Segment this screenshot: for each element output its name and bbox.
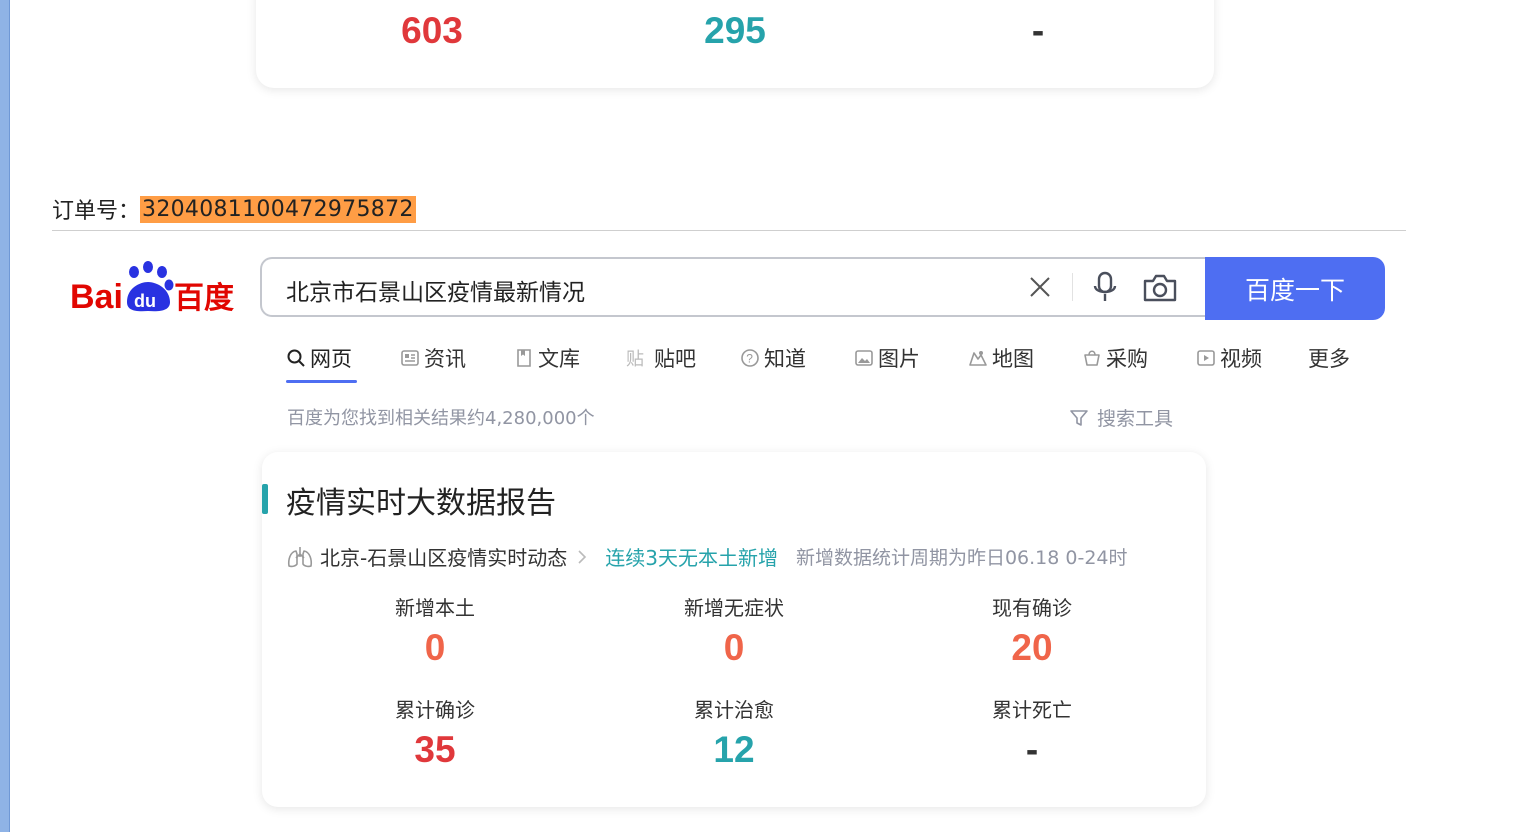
lungs-icon	[287, 546, 313, 567]
stat-new-local: 新增本土 0	[305, 592, 565, 669]
stat-value: 20	[1011, 627, 1053, 668]
result-count: 百度为您找到相关结果约4,280,000个	[287, 408, 595, 429]
stat-new-asymptomatic: 新增无症状 0	[604, 592, 864, 669]
doc-icon	[517, 349, 531, 367]
stat-total-confirmed: 累计确诊 35	[305, 694, 565, 771]
tab-label: 文库	[538, 347, 580, 371]
svg-text:百度: 百度	[174, 281, 234, 316]
stat-value: 12	[713, 729, 755, 770]
search-tools-button[interactable]: 搜索工具	[1069, 404, 1173, 431]
close-icon[interactable]	[1028, 275, 1052, 299]
stat-value: 603	[401, 10, 463, 51]
svg-text:贴: 贴	[626, 349, 644, 368]
baidu-logo[interactable]: Bai du 百度	[70, 258, 236, 318]
camera-icon[interactable]	[1142, 273, 1178, 303]
stat-value: 0	[723, 627, 745, 668]
divider	[52, 230, 1406, 231]
baidu-logo-icon: Bai du 百度	[70, 261, 234, 316]
tab-purchase[interactable]: 采购	[1082, 340, 1148, 376]
stat-label: 新增无症状	[684, 596, 784, 620]
tab-label: 网页	[310, 347, 352, 371]
stat-value: 35	[414, 729, 456, 770]
location-link-label: 北京-石景山区疫情实时动态	[320, 546, 568, 570]
stat-total-deaths: 累计死亡 -	[902, 694, 1162, 771]
stat-label: 新增本土	[395, 596, 475, 620]
svg-text:?: ?	[746, 352, 753, 366]
question-icon: ?	[741, 349, 759, 367]
status-tag: 连续3天无本土新增	[605, 546, 778, 570]
stat-label: 累计治愈	[694, 698, 774, 722]
tab-label: 地图	[992, 347, 1034, 371]
window-edge	[0, 0, 10, 832]
tab-news[interactable]: 资讯	[400, 340, 466, 376]
tab-video[interactable]: 视频	[1196, 340, 1262, 376]
search-input[interactable]: 北京市石景山区疫情最新情况	[260, 257, 1206, 317]
location-link[interactable]: 北京-石景山区疫情实时动态	[286, 542, 591, 571]
data-period-note: 新增数据统计周期为昨日06.18 0-24时	[795, 547, 1128, 569]
search-tools-label: 搜索工具	[1097, 408, 1174, 430]
svg-text:du: du	[134, 291, 156, 311]
stat-current-confirmed: 现有确诊 20	[902, 592, 1162, 669]
search-button[interactable]: 百度一下	[1205, 257, 1385, 320]
tab-tieba[interactable]: 贴 贴吧	[626, 340, 696, 376]
tab-map[interactable]: 地图	[968, 340, 1034, 376]
svg-text:Bai: Bai	[70, 278, 123, 316]
divider	[1072, 273, 1073, 301]
tab-label: 采购	[1106, 347, 1148, 371]
previous-stats-card: 603 295 -	[256, 0, 1214, 88]
microphone-icon[interactable]	[1090, 271, 1120, 303]
epidemic-report-card: 疫情实时大数据报告 北京-石景山区疫情实时动态 连续3天无本土新增 新增数据统计…	[262, 452, 1206, 807]
active-tab-indicator	[286, 380, 357, 383]
tab-label: 图片	[878, 347, 920, 371]
title-accent-bar	[262, 484, 268, 514]
basket-icon	[1084, 350, 1100, 366]
order-number: 3204081100472975872	[140, 195, 416, 223]
stat-value: 295	[704, 10, 766, 51]
tab-label: 视频	[1220, 347, 1262, 371]
filter-icon	[1070, 409, 1088, 426]
tab-web[interactable]: 网页	[286, 340, 352, 376]
tab-label: 知道	[764, 347, 806, 371]
stat-total-recovered: 累计治愈 12	[604, 694, 864, 771]
map-icon	[969, 351, 987, 366]
stat-label: 累计死亡	[992, 698, 1072, 722]
tab-label: 资讯	[424, 347, 466, 371]
news-icon	[401, 350, 419, 366]
stat-value: -	[1025, 729, 1039, 770]
order-label: 订单号：	[52, 199, 141, 224]
order-line: 订单号： 3204081100472975872	[52, 193, 416, 225]
tab-images[interactable]: 图片	[854, 340, 920, 376]
stat-label: 现有确诊	[992, 596, 1072, 620]
tab-wenku[interactable]: 文库	[514, 340, 580, 376]
search-icon	[287, 349, 305, 367]
search-query-text: 北京市石景山区疫情最新情况	[286, 280, 585, 306]
tab-zhidao[interactable]: ? 知道	[740, 340, 806, 376]
stat-label: 累计确诊	[395, 698, 475, 722]
video-icon	[1197, 350, 1215, 366]
stat-value: 0	[424, 627, 446, 668]
card-title: 疫情实时大数据报告	[286, 486, 556, 521]
tieba-icon: 贴	[626, 349, 644, 368]
tab-more[interactable]: 更多	[1308, 340, 1350, 376]
card-subtitle-row: 北京-石景山区疫情实时动态 连续3天无本土新增 新增数据统计周期为昨日06.18…	[286, 542, 1128, 571]
tab-label: 更多	[1308, 347, 1350, 371]
chevron-right-icon	[578, 549, 587, 564]
stat-value: -	[1031, 10, 1045, 51]
image-icon	[855, 350, 873, 366]
tab-label: 贴吧	[654, 347, 696, 371]
